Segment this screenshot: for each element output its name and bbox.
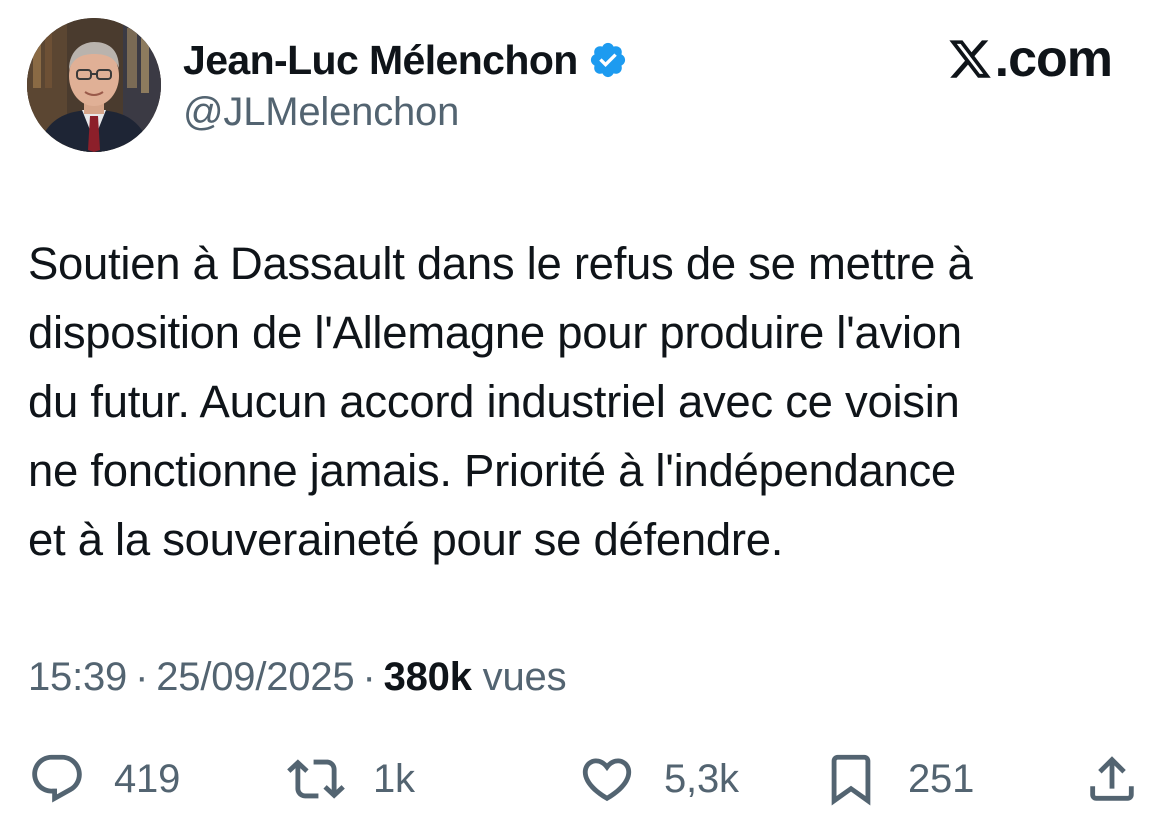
brand-domain: .com: [994, 30, 1113, 88]
views-label: vues: [482, 655, 567, 699]
bookmark-icon: [831, 754, 871, 806]
share-icon: [1090, 756, 1134, 801]
tweet-date[interactable]: 25/09/2025: [156, 655, 354, 699]
tweet-text-line: et à la souveraineté pour se défendre.: [28, 514, 784, 565]
x-logo-icon: [947, 36, 993, 82]
avatar[interactable]: [27, 18, 161, 152]
repost-button[interactable]: 1k: [287, 748, 415, 810]
tweet-text: Soutien à Dassault dans le refus de se m…: [28, 229, 1138, 574]
tweet-time[interactable]: 15:39: [28, 655, 127, 699]
bookmark-count: 251: [908, 756, 975, 801]
reply-count: 419: [114, 756, 181, 801]
heart-icon: [582, 758, 632, 802]
tweet-text-line: Soutien à Dassault dans le refus de se m…: [28, 238, 973, 289]
author-name[interactable]: Jean-Luc Mélenchon: [183, 37, 578, 84]
tweet-text-line: ne fonctionne jamais. Priorité à l'indép…: [28, 445, 956, 496]
repost-count: 1k: [373, 756, 415, 801]
author-name-row[interactable]: Jean-Luc Mélenchon: [183, 34, 628, 86]
share-button[interactable]: [1083, 748, 1141, 810]
bookmark-button[interactable]: 251: [822, 748, 974, 810]
reply-icon: [32, 754, 82, 803]
avatar-photo: [27, 18, 161, 152]
action-bar: 419 1k 5,3k 251: [0, 748, 1170, 810]
like-button[interactable]: 5,3k: [578, 748, 739, 810]
tweet-meta: 15:39 · 25/09/2025 · 380k vues: [28, 652, 567, 702]
meta-separator: ·: [135, 655, 149, 699]
verified-badge-icon: [588, 40, 628, 80]
like-count: 5,3k: [664, 756, 739, 801]
brand-watermark: .com: [947, 30, 1113, 88]
meta-separator: ·: [362, 655, 376, 699]
tweet-text-line: du futur. Aucun accord industriel avec c…: [28, 376, 960, 427]
author-handle[interactable]: @JLMelenchon: [183, 90, 459, 135]
repost-icon: [287, 759, 345, 799]
views-count: 380k: [383, 655, 472, 699]
reply-button[interactable]: 419: [28, 748, 180, 810]
tweet-text-line: disposition de l'Allemagne pour produire…: [28, 307, 962, 358]
